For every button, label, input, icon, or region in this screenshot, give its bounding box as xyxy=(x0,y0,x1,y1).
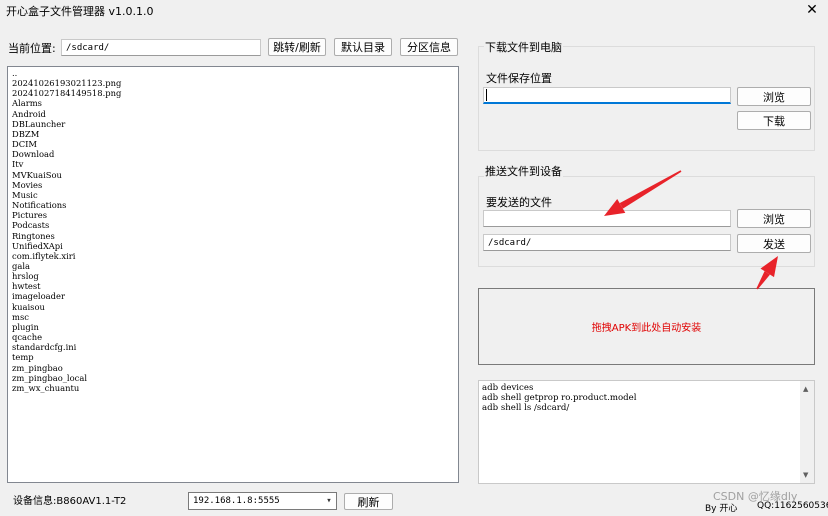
arrow-to-file-input-shaft xyxy=(619,170,682,209)
annotation-arrows xyxy=(604,170,778,290)
arrow-to-file-input-head xyxy=(604,199,626,216)
arrow-to-send-button-head xyxy=(760,256,778,278)
arrow-to-send-button-shaft xyxy=(756,271,770,290)
